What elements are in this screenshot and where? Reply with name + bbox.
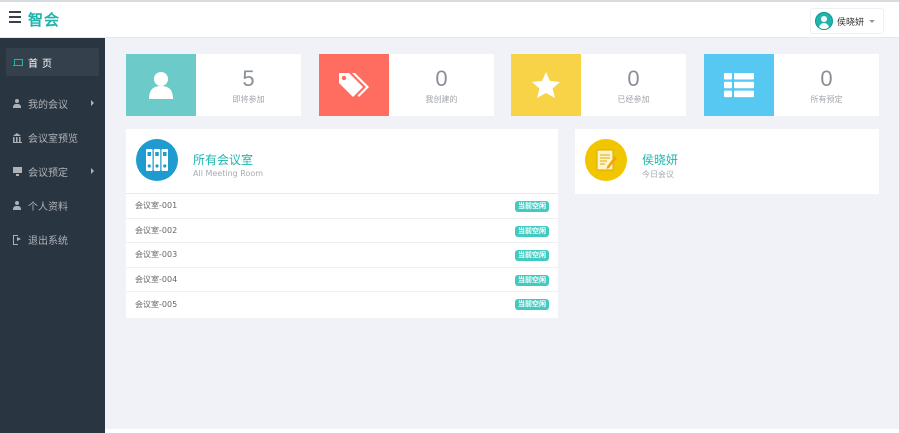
meeting-rooms-panel: 所有会议室 All Meeting Room 会议室-001 当前空闲 会议室-… — [126, 129, 558, 318]
list-item[interactable]: 会议室-004 当前空闲 — [126, 268, 558, 293]
stat-value: 0 — [627, 66, 640, 91]
avatar — [814, 12, 833, 30]
stat-icon-box — [511, 54, 581, 116]
stat-icon-box — [319, 54, 389, 116]
stat-label: 我创建的 — [425, 95, 458, 104]
list-item[interactable]: 会议室-002 当前空闲 — [126, 219, 558, 244]
user-icon — [12, 98, 22, 108]
stat-value: 0 — [435, 66, 448, 91]
sidebar-item-room-preview[interactable]: 会议室预览 — [0, 120, 105, 154]
laptop-icon — [12, 57, 23, 67]
status-badge: 当前空闲 — [515, 274, 549, 286]
room-name: 会议室-002 — [135, 225, 178, 235]
user-name: 侯晓妍 — [836, 17, 864, 28]
sidebar-item-logout[interactable]: 退出系统 — [0, 222, 105, 256]
sidebar-item-label: 我的会议 — [28, 99, 68, 111]
monitor-icon — [12, 166, 22, 176]
sidebar-item-label: 个人资料 — [28, 201, 68, 213]
footer-strip — [105, 429, 899, 433]
stat-value: 0 — [820, 66, 833, 91]
list-item[interactable]: 会议室-001 当前空闲 — [126, 194, 558, 219]
list-item[interactable]: 会议室-003 当前空闲 — [126, 243, 558, 268]
stat-label: 已经参加 — [617, 95, 650, 104]
panel-title: 所有会议室 — [193, 153, 254, 167]
sidebar-item-label: 会议预定 — [28, 167, 68, 179]
user-icon — [12, 200, 22, 210]
status-badge: 当前空闲 — [515, 225, 549, 237]
stat-card-created[interactable]: 0 我创建的 — [319, 54, 494, 116]
sign-out-icon — [12, 234, 22, 245]
room-name: 会议室-005 — [135, 300, 178, 310]
room-name: 会议室-001 — [135, 201, 178, 211]
stat-label: 所有预定 — [810, 95, 843, 104]
chevron-right-icon — [91, 100, 94, 106]
sidebar-item-label: 首页 — [28, 58, 56, 70]
sidebar-item-label: 退出系统 — [28, 235, 68, 247]
bank-icon — [12, 132, 22, 143]
menu-toggle-icon[interactable] — [9, 11, 21, 25]
stat-card-upcoming[interactable]: 5 即将参加 — [126, 54, 301, 116]
panel-subtitle: All Meeting Room — [193, 169, 264, 178]
sidebar: 首页 我的会议 会议室预览 会议预定 个人资料 退出系统 — [0, 38, 105, 433]
status-badge: 当前空闲 — [515, 201, 549, 212]
top-header: 智会 侯晓妍 — [0, 0, 899, 38]
binders-icon — [136, 139, 178, 181]
panel-subtitle: 今日会议 — [642, 170, 674, 179]
room-name: 会议室-004 — [135, 275, 178, 285]
panel-title: 侯晓妍 — [642, 153, 679, 167]
sidebar-item-booking[interactable]: 会议预定 — [0, 154, 105, 188]
sidebar-item-home[interactable]: 首页 — [6, 48, 99, 76]
caret-down-icon — [869, 19, 875, 23]
status-badge: 当前空闲 — [515, 250, 549, 262]
sidebar-item-profile[interactable]: 个人资料 — [0, 188, 105, 222]
tags-icon — [339, 73, 369, 97]
chevron-right-icon — [91, 168, 94, 174]
app-brand[interactable]: 智会 — [28, 9, 60, 30]
stat-card-all-bookings[interactable]: 0 所有预定 — [704, 54, 879, 116]
room-name: 会议室-003 — [135, 250, 178, 260]
stat-value: 5 — [242, 66, 255, 91]
stat-label: 即将参加 — [232, 95, 265, 104]
user-icon — [149, 72, 173, 99]
stat-card-attended[interactable]: 0 已经参加 — [511, 54, 686, 116]
list-icon — [724, 73, 754, 98]
sidebar-item-label: 会议室预览 — [28, 133, 78, 145]
panel-header: 所有会议室 All Meeting Room — [126, 129, 558, 194]
list-item[interactable]: 会议室-005 当前空闲 — [126, 292, 558, 317]
today-meetings-panel[interactable]: 侯晓妍 今日会议 — [575, 129, 879, 194]
notepad-icon — [585, 139, 627, 181]
status-badge: 当前空闲 — [515, 299, 549, 311]
room-list: 会议室-001 当前空闲 会议室-002 当前空闲 会议室-003 当前空闲 会… — [126, 194, 558, 317]
user-menu[interactable]: 侯晓妍 — [809, 8, 884, 34]
stat-icon-box — [126, 54, 196, 116]
star-icon — [532, 72, 560, 98]
stat-icon-box — [704, 54, 774, 116]
sidebar-item-my-meetings[interactable]: 我的会议 — [0, 86, 105, 120]
